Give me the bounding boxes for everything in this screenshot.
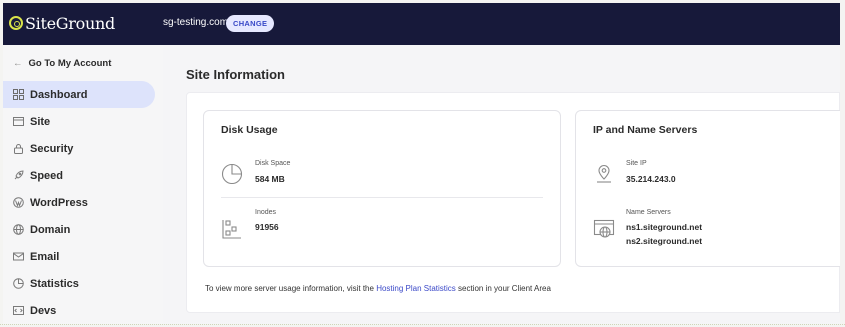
sidebar-item-security[interactable]: Security bbox=[3, 135, 155, 162]
name-servers-label: Name Servers bbox=[626, 209, 671, 216]
lock-icon bbox=[13, 143, 24, 154]
pie-chart-icon bbox=[221, 163, 243, 185]
sidebar-item-label: Security bbox=[30, 142, 74, 155]
sidebar-item-dashboard[interactable]: Dashboard bbox=[3, 81, 155, 108]
envelope-icon bbox=[13, 251, 24, 262]
sidebar-item-domain[interactable]: Domain bbox=[3, 216, 155, 243]
sidebar-item-label: WordPress bbox=[30, 196, 88, 209]
location-pin-icon bbox=[593, 163, 615, 185]
footer-note: To view more server usage information, v… bbox=[205, 284, 551, 293]
site-icon bbox=[13, 116, 24, 127]
rocket-icon bbox=[13, 170, 24, 181]
sidebar: ← Go To My Account Dashboard Site Securi… bbox=[3, 45, 163, 324]
sidebar-item-email[interactable]: Email bbox=[3, 243, 155, 270]
sidebar-item-wordpress[interactable]: WordPress bbox=[3, 189, 155, 216]
sidebar-item-site[interactable]: Site bbox=[3, 108, 155, 135]
inodes-label: Inodes bbox=[255, 209, 277, 216]
site-information-panel: Disk Usage Disk Space 584 MB Inodes 9195… bbox=[186, 92, 840, 313]
site-ip-value: 35.214.243.0 bbox=[626, 174, 676, 184]
footer-note-prefix: To view more server usage information, v… bbox=[205, 284, 377, 293]
sidebar-item-label: Dashboard bbox=[30, 88, 88, 101]
ip-name-servers-title: IP and Name Servers bbox=[593, 124, 698, 136]
chart-icon bbox=[13, 278, 24, 289]
sidebar-item-speed[interactable]: Speed bbox=[3, 162, 155, 189]
hosting-plan-statistics-link[interactable]: Hosting Plan Statistics bbox=[376, 284, 456, 293]
logo-mark-icon bbox=[9, 16, 23, 30]
wordpress-icon bbox=[13, 197, 24, 208]
ip-name-servers-card: IP and Name Servers Site IP 35.214.243.0… bbox=[575, 110, 840, 267]
sidebar-item-label: Speed bbox=[30, 169, 64, 182]
sidebar-item-label: Devs bbox=[30, 304, 57, 317]
current-site-name: sg-testing.com bbox=[163, 17, 229, 28]
page-title: Site Information bbox=[186, 67, 285, 82]
server-globe-icon bbox=[593, 218, 615, 240]
sidebar-item-statistics[interactable]: Statistics bbox=[3, 270, 155, 297]
back-link-label: Go To My Account bbox=[28, 58, 112, 69]
disk-usage-title: Disk Usage bbox=[221, 124, 278, 136]
inodes-icon bbox=[221, 218, 243, 240]
sidebar-item-label: Domain bbox=[30, 223, 71, 236]
name-server-2: ns2.siteground.net bbox=[626, 236, 703, 246]
top-bar: SiteGround sg-testing.com CHANGE bbox=[3, 3, 840, 45]
arrow-left-icon: ← bbox=[13, 58, 23, 69]
inodes-value: 91956 bbox=[255, 222, 279, 232]
site-ip-label: Site IP bbox=[626, 160, 647, 167]
sidebar-item-label: Email bbox=[30, 250, 60, 263]
sidebar-item-label: Site bbox=[30, 115, 51, 128]
go-to-my-account-link[interactable]: ← Go To My Account bbox=[13, 58, 111, 69]
siteground-logo[interactable]: SiteGround bbox=[9, 12, 115, 34]
dashboard-icon bbox=[13, 89, 24, 100]
brand-name: SiteGround bbox=[25, 13, 115, 33]
app-window: SiteGround sg-testing.com CHANGE ← Go To… bbox=[3, 3, 840, 324]
change-site-button[interactable]: CHANGE bbox=[226, 15, 275, 32]
disk-space-value: 584 MB bbox=[255, 174, 285, 184]
divider bbox=[221, 197, 543, 198]
globe-icon bbox=[13, 224, 24, 235]
disk-usage-card: Disk Usage Disk Space 584 MB Inodes 9195… bbox=[203, 110, 561, 267]
sidebar-item-label: Statistics bbox=[30, 277, 79, 290]
disk-space-label: Disk Space bbox=[255, 160, 291, 167]
code-icon bbox=[13, 305, 24, 316]
sidebar-item-devs[interactable]: Devs bbox=[3, 297, 155, 324]
name-server-1: ns1.siteground.net bbox=[626, 222, 703, 232]
footer-note-suffix: section in your Client Area bbox=[455, 284, 551, 293]
